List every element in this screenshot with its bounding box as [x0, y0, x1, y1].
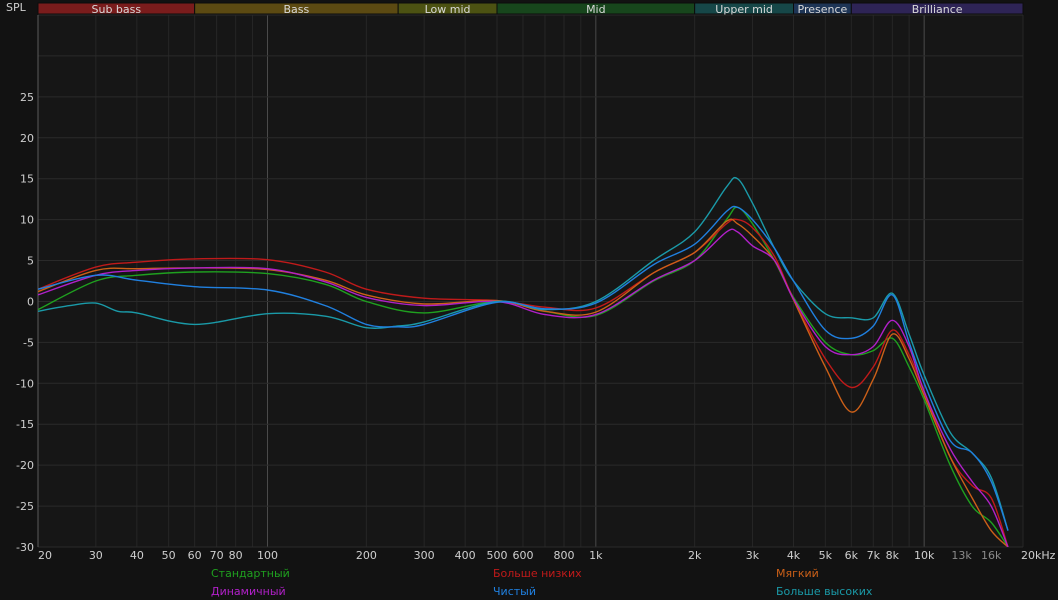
- x-tick-label: 400: [455, 549, 476, 562]
- y-tick-label: -10: [16, 377, 34, 390]
- band-label: Sub bass: [92, 3, 142, 16]
- x-tick-label: 70: [210, 549, 224, 562]
- y-tick-label: 10: [20, 214, 34, 227]
- band-label: Presence: [798, 3, 848, 16]
- x-tick-label: 16k: [981, 549, 1002, 562]
- x-tick-label: 7k: [867, 549, 881, 562]
- x-tick-label: 1k: [589, 549, 603, 562]
- band-label: Bass: [284, 3, 310, 16]
- legend-item[interactable]: Стандартный: [211, 567, 290, 580]
- y-tick-label: -25: [16, 500, 34, 513]
- y-tick-label: -20: [16, 459, 34, 472]
- x-tick-label: 2k: [688, 549, 702, 562]
- y-tick-label: -30: [16, 541, 34, 554]
- y-tick-label: 20: [20, 132, 34, 145]
- legend-item[interactable]: Больше высоких: [776, 585, 872, 598]
- legend-item[interactable]: Мягкий: [776, 567, 819, 580]
- x-tick-label: 500: [486, 549, 507, 562]
- x-tick-label: 100: [257, 549, 278, 562]
- plot-background: [38, 15, 1023, 547]
- y-tick-label: -15: [16, 418, 34, 431]
- x-tick-label: 10k: [914, 549, 935, 562]
- x-tick-label: 40: [130, 549, 144, 562]
- x-tick-label: 800: [554, 549, 575, 562]
- y-tick-label: 25: [20, 91, 34, 104]
- band-label: Low mid: [425, 3, 471, 16]
- x-tick-label: 60: [188, 549, 202, 562]
- x-tick-label: 30: [89, 549, 103, 562]
- x-tick-label: 200: [356, 549, 377, 562]
- x-tick-label: 8k: [886, 549, 900, 562]
- band-label: Brilliance: [912, 3, 963, 16]
- x-tick-label: 6k: [845, 549, 859, 562]
- x-tick-label: 13k: [951, 549, 972, 562]
- x-tick-label: 600: [512, 549, 533, 562]
- x-tick-label: 5k: [819, 549, 833, 562]
- y-tick-label: 0: [27, 295, 34, 308]
- x-tick-label: 300: [414, 549, 435, 562]
- y-tick-label: 15: [20, 173, 34, 186]
- band-label: Mid: [586, 3, 606, 16]
- legend-item[interactable]: Динамичный: [211, 585, 286, 598]
- x-tick-label: 20: [38, 549, 52, 562]
- x-tick-label: 3k: [746, 549, 760, 562]
- frequency-response-chart: Sub bass Bass Low mid Mid Upper mid Presence B…: [6, 1, 1056, 562]
- y-tick-label: -5: [23, 336, 34, 349]
- band-label: Upper mid: [715, 3, 773, 16]
- y-tick-label: 5: [27, 255, 34, 268]
- frequency-bands: Sub bass Bass Low mid Mid Upper mid Presence B…: [37, 2, 1024, 16]
- y-axis-label: SPL: [6, 1, 27, 14]
- x-unit-label: 20kHz: [1021, 549, 1056, 562]
- legend-item[interactable]: Чистый: [493, 585, 536, 598]
- legend-item[interactable]: Больше низких: [493, 567, 582, 580]
- x-tick-label: 4k: [787, 549, 801, 562]
- x-tick-label: 50: [162, 549, 176, 562]
- x-tick-label: 80: [229, 549, 243, 562]
